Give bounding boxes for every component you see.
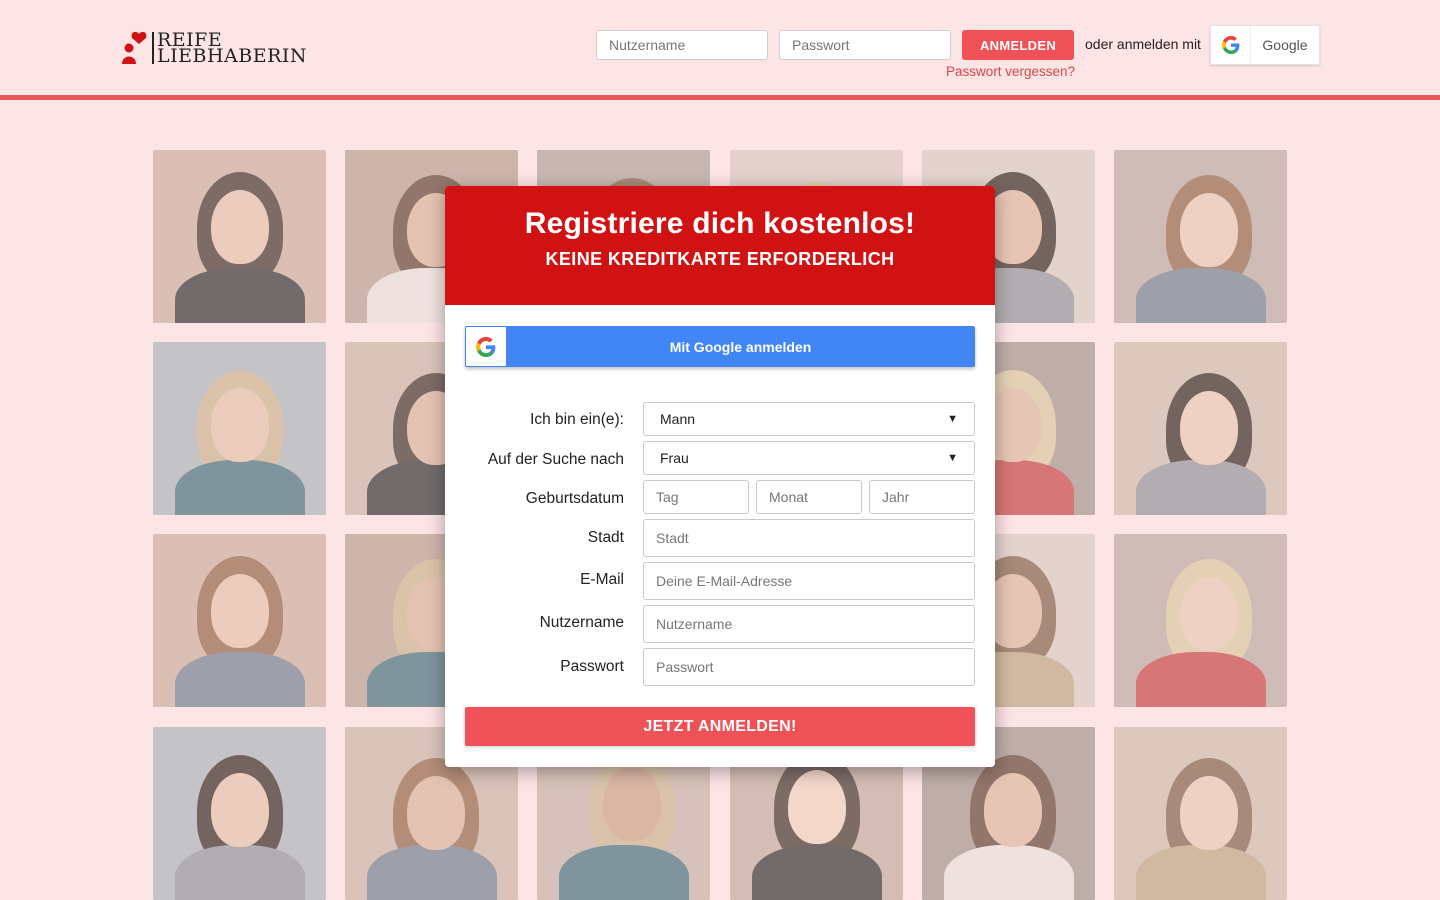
profile-photo[interactable] — [1114, 150, 1287, 323]
chevron-down-icon: ▼ — [947, 413, 958, 425]
birth-year-input[interactable] — [869, 480, 975, 514]
profile-photo[interactable] — [153, 727, 326, 900]
profile-photo[interactable] — [153, 342, 326, 515]
photo-overlay — [153, 534, 326, 707]
username-label: Nutzername — [539, 614, 624, 631]
profile-photo[interactable] — [1114, 534, 1287, 707]
seeking-select[interactable]: Frau ▼ — [643, 441, 975, 475]
google-signup-label: Mit Google anmelden — [669, 338, 812, 355]
seeking-label: Auf der Suche nach — [487, 451, 624, 468]
birth-month-input[interactable] — [756, 480, 862, 514]
header-login-button[interactable]: ANMELDEN — [962, 30, 1074, 60]
site-header: REIFE LIEBHABERIN ANMELDEN oder anmelden… — [0, 0, 1440, 96]
header-password-input[interactable] — [779, 30, 951, 60]
seeking-select-value: Frau — [660, 450, 689, 466]
photo-overlay — [1114, 342, 1287, 515]
username-input[interactable] — [643, 605, 975, 643]
modal-subtitle: KEINE KREDITKARTE ERFORDERLICH — [545, 249, 895, 269]
logo-heart-icon — [120, 30, 150, 66]
header-google-login-button[interactable]: Google — [1210, 25, 1320, 65]
logo-line-2: LIEBHABERIN — [157, 45, 308, 67]
city-label: Stadt — [587, 529, 624, 546]
header-divider — [0, 95, 1440, 100]
forgot-password-link[interactable]: Passwort vergessen? — [946, 64, 1075, 79]
gender-label: Ich bin ein(e): — [530, 411, 624, 428]
email-input[interactable] — [643, 562, 975, 600]
gender-select[interactable]: Mann ▼ — [643, 402, 975, 436]
profile-photo[interactable] — [153, 150, 326, 323]
profile-photo[interactable] — [1114, 342, 1287, 515]
register-submit-button[interactable]: JETZT ANMELDEN! — [465, 707, 975, 746]
logo-wordmark: REIFE LIEBHABERIN — [152, 31, 308, 67]
or-login-with-text: oder anmelden mit — [1085, 36, 1201, 52]
birth-day-input[interactable] — [643, 480, 749, 514]
photo-overlay — [153, 342, 326, 515]
password-input[interactable] — [643, 648, 975, 686]
birthdate-label: Geburtsdatum — [525, 490, 624, 507]
modal-header: Registriere dich kostenlos! KEINE KREDIT… — [445, 186, 995, 305]
photo-overlay — [1114, 727, 1287, 900]
header-username-input[interactable] — [596, 30, 768, 60]
photo-overlay — [1114, 534, 1287, 707]
profile-photo[interactable] — [153, 534, 326, 707]
password-label: Passwort — [560, 658, 624, 675]
photo-overlay — [153, 727, 326, 900]
modal-title: Registriere dich kostenlos! — [524, 207, 916, 240]
gender-select-value: Mann — [660, 411, 696, 427]
site-logo[interactable]: REIFE LIEBHABERIN — [120, 30, 307, 66]
google-icon — [466, 327, 506, 366]
city-input[interactable] — [643, 519, 975, 557]
email-label: E-Mail — [580, 571, 624, 588]
chevron-down-icon: ▼ — [947, 452, 958, 464]
profile-photo[interactable] — [1114, 727, 1287, 900]
google-signup-button[interactable]: Mit Google anmelden — [465, 326, 975, 367]
photo-overlay — [153, 150, 326, 323]
google-icon — [1211, 26, 1251, 64]
photo-overlay — [1114, 150, 1287, 323]
header-google-label: Google — [1262, 37, 1308, 53]
registration-modal: Registriere dich kostenlos! KEINE KREDIT… — [445, 186, 995, 767]
